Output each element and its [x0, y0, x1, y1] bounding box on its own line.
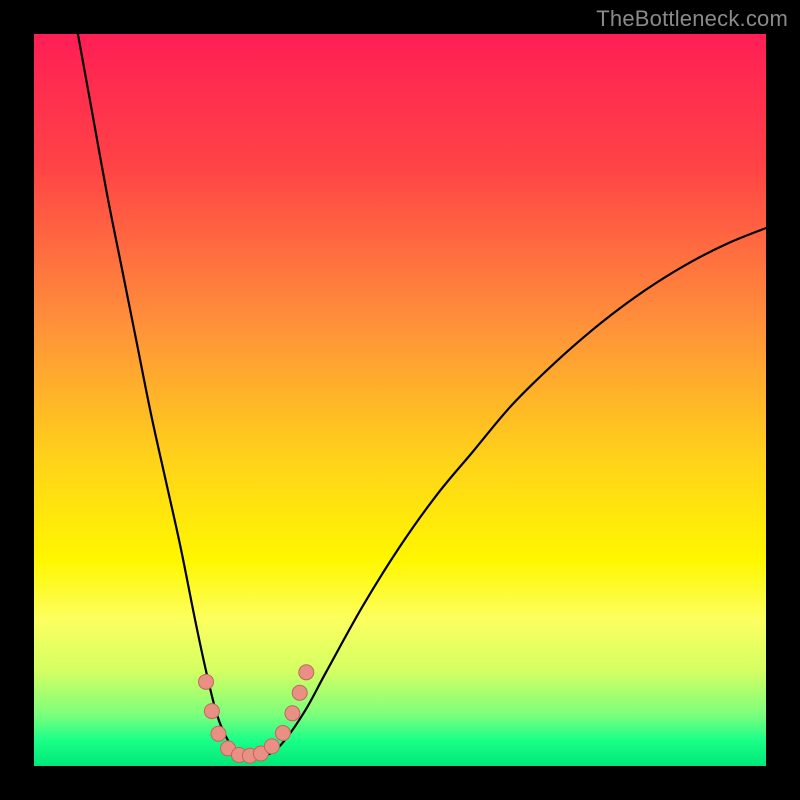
data-marker — [275, 726, 290, 741]
data-marker — [199, 674, 214, 689]
data-marker — [299, 665, 314, 680]
data-marker — [292, 685, 307, 700]
curve-layer — [34, 34, 766, 766]
data-marker — [264, 739, 279, 754]
curve-markers — [199, 665, 314, 763]
data-marker — [204, 704, 219, 719]
data-marker — [285, 706, 300, 721]
chart-frame: TheBottleneck.com — [0, 0, 800, 800]
plot-area — [34, 34, 766, 766]
watermark-text: TheBottleneck.com — [596, 6, 788, 32]
data-marker — [211, 726, 226, 741]
bottleneck-curve — [78, 34, 766, 756]
